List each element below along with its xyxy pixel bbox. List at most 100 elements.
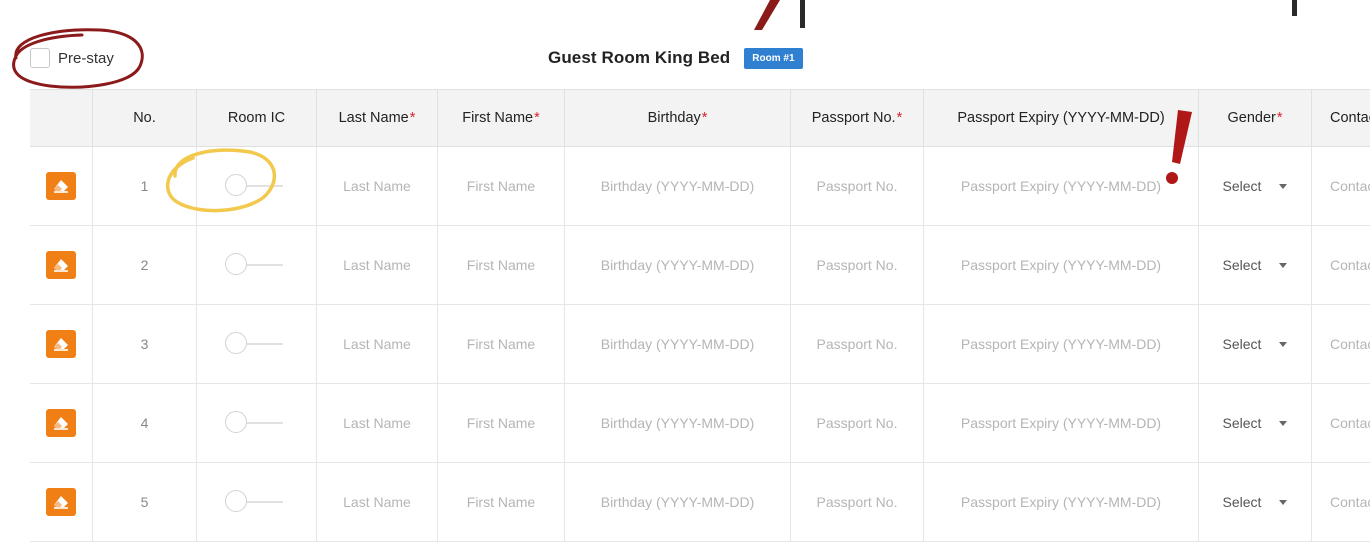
toggle-switch-icon: [224, 253, 247, 275]
top-annotation-strokes: [754, 0, 1297, 30]
toggle-track: [246, 422, 283, 424]
row-action-cell: [30, 463, 93, 541]
toggle-track: [246, 343, 283, 345]
last-name-input[interactable]: Last Name: [317, 226, 438, 304]
eraser-icon: [54, 259, 68, 272]
header-last-name: Last Name *: [317, 90, 438, 146]
room-ic-toggle[interactable]: [224, 253, 289, 277]
gender-select-value: Select: [1222, 257, 1262, 273]
table-row: 2 Last Name First Name Birthday (YYYY-MM-DD…: [30, 226, 1370, 305]
header-room-ic-label: Room IC: [227, 110, 286, 126]
gender-select[interactable]: Select: [1199, 384, 1312, 462]
contact-input[interactable]: Contact: [1312, 305, 1370, 383]
room-ic-cell: [197, 147, 317, 225]
gender-select[interactable]: Select: [1199, 463, 1312, 541]
erase-button[interactable]: [46, 409, 76, 437]
row-number: 3: [93, 305, 197, 383]
room-ic-toggle[interactable]: [224, 411, 289, 435]
first-name-input[interactable]: First Name: [438, 305, 565, 383]
eraser-icon: [54, 496, 68, 509]
passport-expiry-input[interactable]: Passport Expiry (YYYY-MM-DD): [924, 305, 1199, 383]
toggle-switch-icon: [224, 332, 247, 354]
header-gender: Gender *: [1199, 90, 1312, 146]
required-mark: *: [1276, 110, 1283, 126]
birthday-input[interactable]: Birthday (YYYY-MM-DD): [565, 463, 791, 541]
header-contact-label: Contact: [1330, 110, 1370, 126]
birthday-input[interactable]: Birthday (YYYY-MM-DD): [565, 226, 791, 304]
last-name-input[interactable]: Last Name: [317, 463, 438, 541]
last-name-input[interactable]: Last Name: [317, 305, 438, 383]
gender-select[interactable]: Select: [1199, 147, 1312, 225]
passport-no-input[interactable]: Passport No.: [791, 305, 924, 383]
row-action-cell: [30, 147, 93, 225]
toggle-switch-icon: [224, 490, 247, 512]
birthday-input[interactable]: Birthday (YYYY-MM-DD): [565, 305, 791, 383]
header-room-ic: Room IC: [197, 90, 317, 146]
erase-button[interactable]: [46, 330, 76, 358]
contact-input[interactable]: Contact: [1312, 226, 1370, 304]
toggle-track: [246, 264, 283, 266]
passport-expiry-input[interactable]: Passport Expiry (YYYY-MM-DD): [924, 147, 1199, 225]
row-number: 2: [93, 226, 197, 304]
header-no-label: No.: [133, 110, 156, 126]
header-first-name: First Name *: [438, 90, 565, 146]
gender-select-value: Select: [1222, 415, 1262, 431]
header-last-name-label: Last Name: [338, 110, 409, 126]
last-name-input[interactable]: Last Name: [317, 147, 438, 225]
erase-button[interactable]: [46, 251, 76, 279]
first-name-input[interactable]: First Name: [438, 384, 565, 462]
header-passport-no: Passport No. *: [791, 90, 924, 146]
first-name-input[interactable]: First Name: [438, 226, 565, 304]
room-badge: Room #1: [744, 47, 803, 69]
row-action-cell: [30, 305, 93, 383]
header-gender-label: Gender: [1227, 110, 1276, 126]
birthday-input[interactable]: Birthday (YYYY-MM-DD): [565, 384, 791, 462]
first-name-input[interactable]: First Name: [438, 463, 565, 541]
erase-button[interactable]: [46, 172, 76, 200]
guest-table: No. Room IC Last Name * First Name * Birth…: [30, 89, 1370, 542]
table-header-row: No. Room IC Last Name * First Name * Birth…: [30, 90, 1370, 147]
passport-expiry-input[interactable]: Passport Expiry (YYYY-MM-DD): [924, 463, 1199, 541]
eraser-icon: [54, 180, 68, 193]
erase-button[interactable]: [46, 488, 76, 516]
last-name-input[interactable]: Last Name: [317, 384, 438, 462]
gender-select-value: Select: [1222, 336, 1262, 352]
passport-expiry-input[interactable]: Passport Expiry (YYYY-MM-DD): [924, 226, 1199, 304]
toggle-switch-icon: [224, 174, 247, 196]
room-ic-toggle[interactable]: [224, 174, 289, 198]
row-number: 1: [93, 147, 197, 225]
gender-select[interactable]: Select: [1199, 226, 1312, 304]
passport-no-input[interactable]: Passport No.: [791, 226, 924, 304]
room-ic-toggle[interactable]: [224, 332, 289, 356]
header-action: [30, 90, 93, 146]
first-name-input[interactable]: First Name: [438, 147, 565, 225]
room-ic-cell: [197, 305, 317, 383]
passport-expiry-input[interactable]: Passport Expiry (YYYY-MM-DD): [924, 384, 1199, 462]
toggle-track: [246, 501, 283, 503]
room-ic-cell: [197, 384, 317, 462]
required-mark: *: [701, 110, 708, 126]
birthday-input[interactable]: Birthday (YYYY-MM-DD): [565, 147, 791, 225]
required-mark: *: [896, 110, 903, 126]
room-ic-toggle[interactable]: [224, 490, 289, 514]
passport-no-input[interactable]: Passport No.: [791, 147, 924, 225]
row-number: 4: [93, 384, 197, 462]
passport-no-input[interactable]: Passport No.: [791, 384, 924, 462]
passport-no-input[interactable]: Passport No.: [791, 463, 924, 541]
contact-input[interactable]: Contact: [1312, 384, 1370, 462]
header-passport-expiry-label: Passport Expiry (YYYY-MM-DD): [957, 110, 1165, 126]
contact-input[interactable]: Contact: [1312, 463, 1370, 541]
contact-input[interactable]: Contact: [1312, 147, 1370, 225]
caret-down-icon: [1279, 183, 1288, 189]
gender-select-value: Select: [1222, 178, 1262, 194]
table-row: 5 Last Name First Name Birthday (YYYY-MM-DD…: [30, 463, 1370, 542]
required-mark: *: [409, 110, 416, 126]
gender-select[interactable]: Select: [1199, 305, 1312, 383]
header-passport-expiry: Passport Expiry (YYYY-MM-DD): [924, 90, 1199, 146]
row-number: 5: [93, 463, 197, 541]
required-mark: *: [534, 110, 540, 126]
caret-down-icon: [1279, 262, 1288, 268]
header-passport-no-label: Passport No.: [811, 110, 896, 126]
header-birthday-label: Birthday: [647, 110, 701, 126]
header-birthday: Birthday *: [565, 90, 791, 146]
